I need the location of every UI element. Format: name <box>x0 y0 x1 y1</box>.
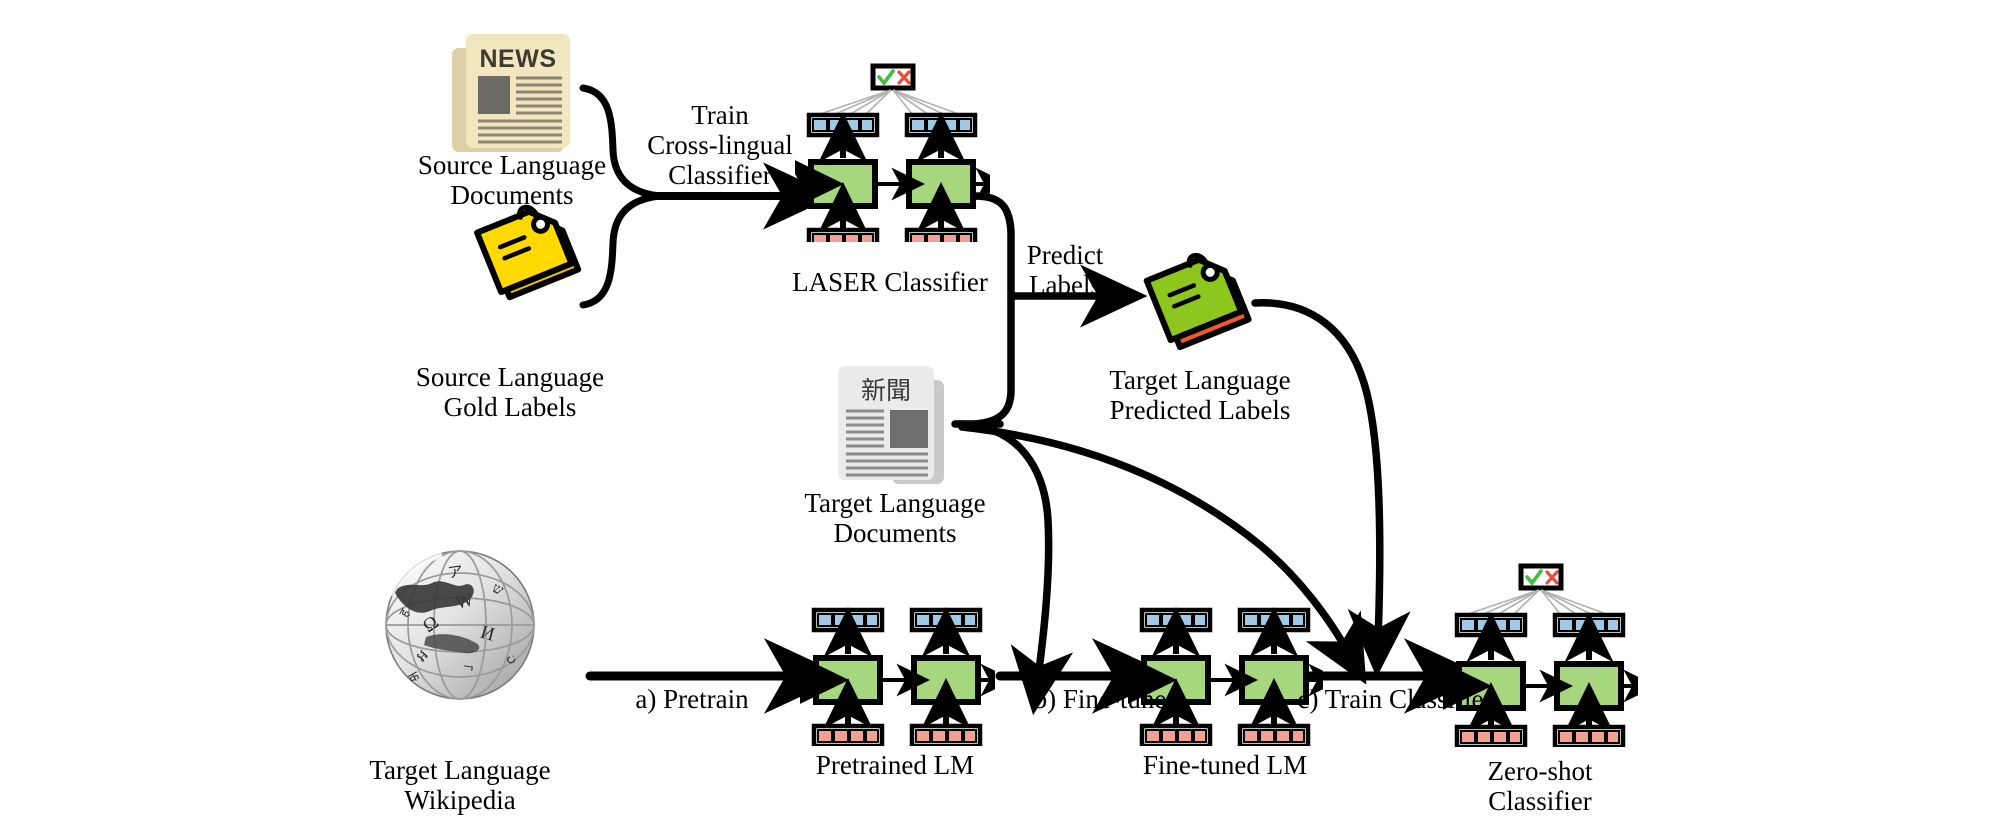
diagram-canvas: W Ω И អ ᆨ ア ש ह क ن NEWS 新聞 Source Langu… <box>0 0 2000 823</box>
input-cells-left <box>1454 724 1528 747</box>
input-cells-left <box>811 723 885 746</box>
svg-text:W: W <box>453 589 476 614</box>
output-cells-right <box>1552 612 1626 638</box>
svg-text:ᆨ: ᆨ <box>461 656 477 674</box>
input-cells-right <box>904 227 978 242</box>
output-cells-right <box>904 112 978 138</box>
edge-label-step-b: b) Fine-tune <box>1033 684 1167 714</box>
edge-label-step-c: c) Train Classifier <box>1297 684 1493 714</box>
svg-text:ह: ह <box>396 605 413 619</box>
lstm-unit <box>808 159 878 209</box>
newspaper-icon: NEWS <box>452 34 570 152</box>
svg-text:ن: ن <box>504 649 521 667</box>
svg-text:新聞: 新聞 <box>861 376 911 405</box>
output-cells-left <box>1454 612 1528 638</box>
caption-target-predicted-labels: Target Language Predicted Labels <box>1109 365 1291 426</box>
model-finetuned-lm[interactable] <box>1128 596 1323 746</box>
caption-pretrained-lm: Pretrained LM <box>815 750 975 780</box>
caption-source-documents: Source Language Documents <box>417 150 607 211</box>
label-check-cross-icon <box>1518 563 1564 591</box>
price-tag-icon <box>1143 252 1252 351</box>
svg-text:क: क <box>406 668 423 686</box>
lstm-unit <box>906 159 976 209</box>
lstm-unit <box>1554 661 1624 711</box>
price-tag-icon <box>474 204 582 301</box>
caption-source-gold-labels: Source Language Gold Labels <box>415 362 605 423</box>
svg-text:NEWS: NEWS <box>480 45 557 73</box>
svg-text:Ω: Ω <box>419 612 442 637</box>
svg-text:ア: ア <box>447 564 464 582</box>
input-cells-right <box>1552 724 1626 747</box>
caption-zero-shot-classifier: Zero-shot Classifier <box>1487 756 1593 817</box>
edge-label-predict-labels: Predict Labels <box>1026 240 1104 301</box>
caption-wikipedia: Target Language Wikipedia <box>369 755 551 816</box>
model-laser-classifier[interactable] <box>795 62 990 242</box>
lstm-unit <box>813 655 883 705</box>
output-cells-left <box>811 607 885 633</box>
edge-label-train-cross-lingual: Train Cross-lingual Classifier <box>647 100 793 191</box>
caption-target-documents: Target Language Documents <box>804 488 986 549</box>
model-zero-shot-classifier[interactable] <box>1443 562 1638 747</box>
label-check-cross-icon <box>870 63 916 91</box>
model-pretrained-lm[interactable] <box>800 596 995 746</box>
svg-text:И: И <box>478 622 497 646</box>
edge-label-step-a: a) Pretrain <box>635 684 749 714</box>
lstm-unit <box>911 655 981 705</box>
fan-lines <box>1464 589 1610 616</box>
input-cells-left <box>1139 723 1213 746</box>
input-cells-right <box>1237 723 1311 746</box>
caption-laser-classifier: LASER Classifier <box>792 267 988 297</box>
output-cells-right <box>1237 607 1311 633</box>
connector-layer: W Ω И អ ᆨ ア ש ह क ن <box>385 84 1485 716</box>
edge-predicted-labels-to-classifier <box>1251 299 1411 678</box>
output-cells-right <box>909 607 983 633</box>
svg-text:អ: អ <box>414 647 432 665</box>
wikipedia-globe-icon: W Ω И អ ᆨ ア ש ह क ن <box>385 550 535 700</box>
caption-finetuned-lm: Fine-tuned LM <box>1142 750 1308 780</box>
input-cells-left <box>806 227 880 242</box>
svg-text:ש: ש <box>490 581 506 599</box>
input-cells-right <box>909 723 983 746</box>
fan-lines <box>816 89 962 116</box>
output-cells-left <box>1139 607 1213 633</box>
japanese-newspaper-icon: 新聞 <box>838 366 944 484</box>
